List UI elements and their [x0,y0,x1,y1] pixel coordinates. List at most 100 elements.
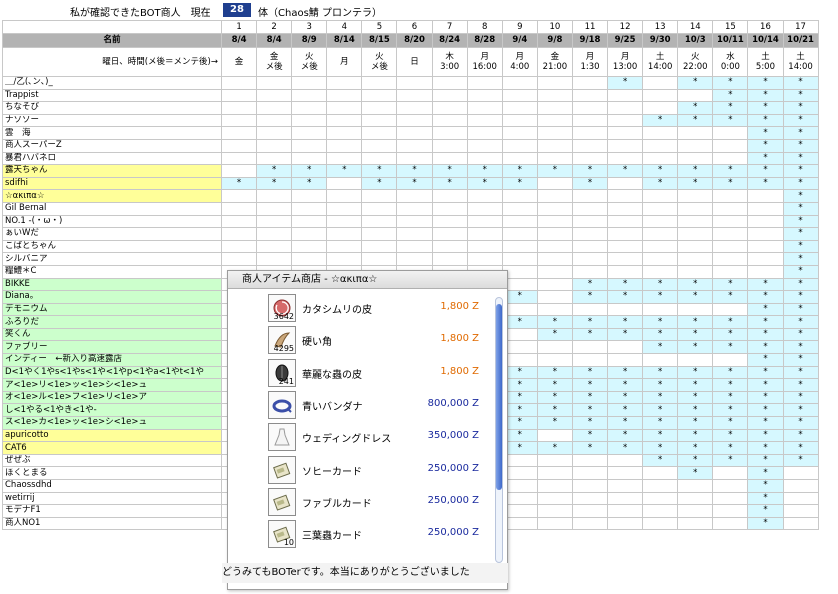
empty-cell [326,176,363,191]
empty-cell [571,302,609,317]
item-price: 250,000 Z [427,494,479,506]
sighting-mark: * [677,365,714,380]
empty-cell [747,252,784,266]
shop-item[interactable]: ウェディングドレス 350,000 Z [266,422,491,452]
time-label: 3:00 [440,62,460,72]
empty-cell [607,340,644,355]
empty-cell [677,138,714,153]
shop-item[interactable]: 青いバンダナ 800,000 Z [266,390,491,420]
empty-cell [571,214,609,229]
column-number: 14 [677,20,714,34]
empty-cell [361,151,398,166]
table-row: Gil Bernal * [2,201,819,216]
sighting-mark: * [642,390,679,405]
empty-cell [291,189,328,203]
item-name: 華麗な蟲の皮 [302,369,362,381]
shop-scrollbar-thumb[interactable] [496,304,502,490]
empty-cell [431,151,468,166]
weekday-label: 月 [515,52,525,62]
empty-cell [466,138,503,153]
item-name: カタシムリの皮 [302,305,372,316]
day-time-header: 水 0:00 [712,47,749,77]
shop-item[interactable]: ファブルカード 250,000 Z [266,487,491,517]
shop-scrollbar[interactable] [495,297,503,563]
sighting-mark: * [747,302,784,317]
empty-cell [677,214,714,229]
sighting-mark: * [677,340,714,355]
empty-cell [536,76,573,90]
sighting-mark: * [782,138,819,153]
sighting-mark: * [747,453,784,468]
empty-cell [501,201,538,216]
sighting-mark: * [607,441,644,455]
merchant-name: sdifhi [2,176,222,191]
shop-item[interactable]: ソヒーカード 250,000 Z [266,455,491,485]
empty-cell [536,479,573,493]
empty-cell [712,479,749,493]
shop-item[interactable]: 3642 カタシムリの皮 1,800 Z [266,293,491,323]
item-price: 350,000 Z [427,430,479,442]
empty-cell [642,88,679,103]
date-header: 10/14 [747,33,784,48]
empty-cell [361,101,398,115]
empty-cell [326,252,363,266]
header-number-row: 1 2 3 4 5 6 7 8 9 10 11 12 13 14 15 16 17 [2,20,819,34]
sighting-mark: * [431,176,468,191]
empty-cell [536,353,573,367]
header-blank [2,20,222,34]
column-number: 13 [642,20,679,34]
date-header: 8/15 [361,33,398,48]
weekday-label: 月 [620,52,630,62]
merchant-name: 笑くん [2,327,222,342]
empty-cell [747,201,784,216]
sighting-mark: * [642,340,679,355]
sighting-mark: * [712,101,749,115]
empty-cell [677,151,714,166]
empty-cell [642,201,679,216]
empty-cell [501,227,538,241]
sighting-mark: * [677,327,714,342]
day-time-label: 曜日、時間(メ後＝メンテ後)→ [2,47,222,77]
empty-cell [256,239,293,254]
day-time-header: 火メ後 [361,47,398,77]
item-price: 1,800 Z [440,365,479,377]
shop-window-title[interactable]: 商人アイテム商店 - ☆ακιπα☆ [228,271,507,289]
empty-cell [291,138,328,153]
sighting-mark: * [782,176,819,191]
empty-cell [782,479,819,493]
column-number: 15 [712,20,749,34]
shop-item[interactable]: 4295 硬い角 1,800 Z [266,325,491,355]
sighting-mark: * [782,214,819,229]
sighting-mark: * [607,428,644,443]
empty-cell [396,126,433,140]
empty-cell [782,491,819,506]
empty-cell [466,189,503,203]
card-icon: 10 [268,520,296,549]
empty-cell [256,201,293,216]
empty-cell [571,516,609,531]
sighting-mark: * [571,315,609,329]
item-name: ソヒーカード [302,466,362,478]
empty-cell [396,101,433,115]
sighting-mark: * [747,176,784,191]
shop-item[interactable]: 10 三葉蟲カード 250,000 Z [266,519,491,549]
sighting-mark: * [782,428,819,443]
shop-item[interactable]: 241 華麗な蟲の皮 1,800 Z [266,358,491,388]
empty-cell [431,239,468,254]
sighting-mark: * [677,453,714,468]
bot-count-badge: 28 [223,3,251,17]
time-label: 16:00 [472,62,497,72]
item-name: ウェディングドレス [302,434,392,446]
empty-cell [747,239,784,254]
empty-cell [607,101,644,115]
date-header: 9/25 [607,33,644,48]
empty-cell [220,214,258,229]
sighting-mark: * [712,88,749,103]
sighting-mark: * [712,453,749,468]
sighting-mark: * [747,378,784,392]
empty-cell [501,138,538,153]
sighting-mark: * [256,176,293,191]
shop-window[interactable]: 商人アイテム商店 - ☆ακιπα☆ 3642 カタシムリの皮 1,800 Z 429… [222,270,508,590]
weekday-label: 金 [269,52,279,62]
sighting-mark: * [607,290,644,304]
